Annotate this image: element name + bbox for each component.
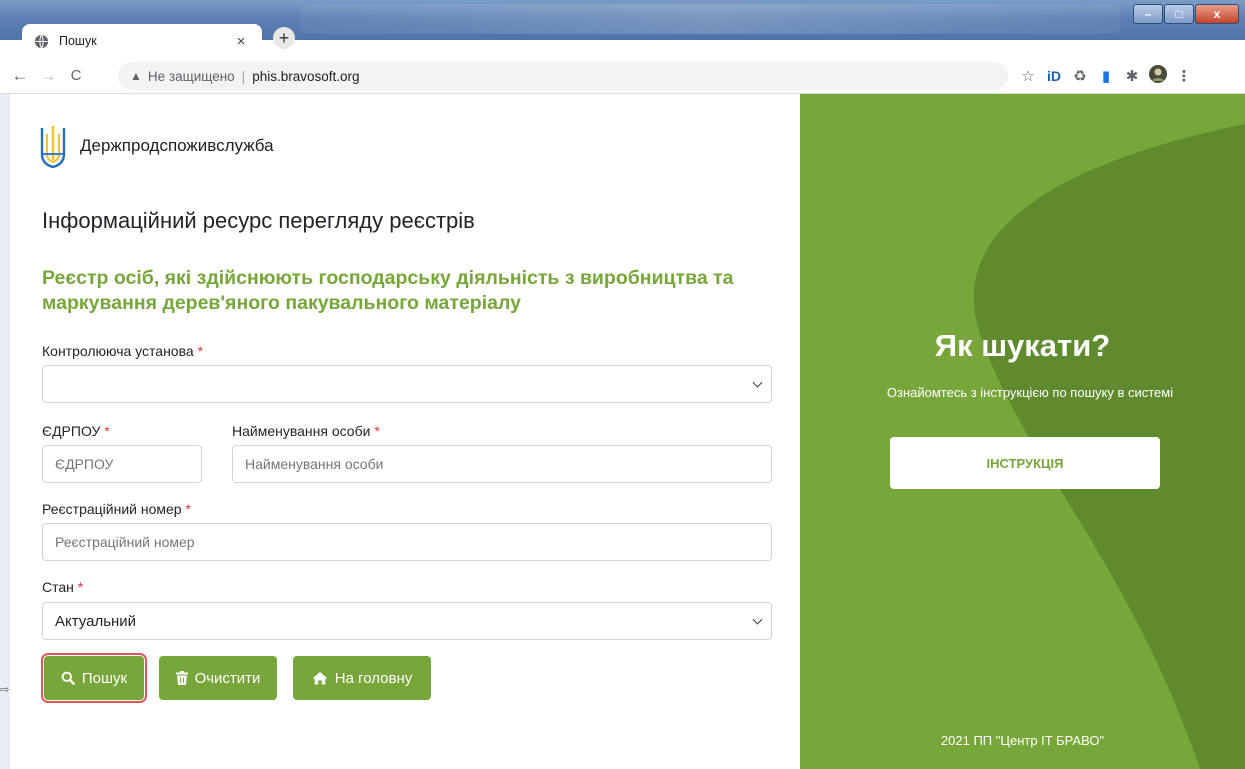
globe-icon [34,34,49,48]
warning-icon[interactable]: ▲ [130,69,142,83]
url-text[interactable]: phis.bravosoft.org [252,69,359,84]
address-separator: | [241,68,246,84]
page-title: Інформаційний ресурс перегляду реєстрів [42,208,475,233]
minimize-button[interactable]: – [1133,4,1163,24]
name-label: Найменування особи * [232,423,380,439]
star-icon[interactable]: ☆ [1015,67,1041,85]
address-bar[interactable]: ▲ Не защищено | phis.bravosoft.org [118,62,1008,90]
browser-tab[interactable]: Пошук × [22,24,262,58]
required-mark: * [197,343,203,359]
brand-header: Держпродспоживслужба [40,124,274,168]
authority-label: Контролююча установа * [42,343,203,359]
brand-name: Держпродспоживслужба [80,136,274,155]
status-select-value: Актуальний [55,612,137,630]
name-input[interactable] [232,445,772,483]
home-button-label: На головну [334,669,413,687]
reg-number-input[interactable] [42,523,772,561]
help-heading: Як шукати? [934,328,1111,363]
arrow-cursor-icon: ⇨ [0,684,10,696]
home-icon [312,672,328,685]
new-tab-button[interactable]: + [273,27,295,49]
puzzle-extensions-icon[interactable]: ✱ [1119,67,1145,85]
trash-extension-icon[interactable]: ▮ [1093,67,1119,85]
decorative-shape [973,124,1245,769]
tab-title: Пошук [59,34,97,48]
recycle-extension-icon[interactable]: ♻ [1067,67,1093,85]
clear-button-label: Очистити [194,669,261,687]
status-label-text: Стан [42,579,74,595]
maximize-button[interactable]: □ [1164,4,1194,24]
help-subtext: Ознайомтесь з інструкцією по пошуку в си… [886,385,1174,400]
search-button[interactable]: Пошук [41,653,147,703]
reg-number-label: Реєстраційний номер * [42,501,191,517]
name-label-text: Найменування особи [232,423,371,439]
status-select[interactable]: Актуальний [42,602,772,640]
titlebar-background [300,4,1120,34]
forward-button[interactable]: → [34,66,62,86]
registry-title: Реєстр осіб, які здійснюють господарську… [42,267,734,314]
close-window-button[interactable]: x [1195,4,1239,24]
clear-button[interactable]: Очистити [159,656,277,700]
required-mark: * [104,423,110,439]
chevron-down-icon [752,377,763,388]
search-form-panel: Держпродспоживслужба Інформаційний ресур… [0,94,800,769]
more-menu-icon[interactable]: ⋮ [1171,67,1197,85]
edrpou-input[interactable] [42,445,202,483]
footer-copyright: 2021 ПП "Центр IT БРАВО" [940,733,1105,748]
id-extension-icon[interactable]: iD [1041,68,1067,84]
search-button-label: Пошук [81,669,128,687]
authority-label-text: Контролююча установа [42,343,194,359]
home-button[interactable]: На головну [293,656,431,700]
required-mark: * [77,579,84,595]
status-label: Стан * [42,579,83,595]
toolbar-extensions: ☆ iD ♻ ▮ ✱ ⋮ [1015,64,1197,88]
edrpou-label: ЄДРПОУ * [42,423,110,439]
authority-select[interactable] [42,365,772,403]
trash-icon [175,671,188,685]
required-mark: * [374,423,380,439]
security-status[interactable]: Не защищено [148,69,235,84]
chevron-down-icon [752,614,763,625]
address-toolbar: ← → C ▲ Не защищено | phis.bravosoft.org… [0,58,1245,94]
back-button[interactable]: ← [6,66,34,86]
instruction-button[interactable]: ІНСТРУКЦІЯ [890,437,1160,489]
trident-logo-icon [40,126,66,168]
reg-number-label-text: Реєстраційний номер [42,501,182,517]
profile-avatar-icon[interactable] [1145,64,1171,88]
reload-button[interactable]: C [62,67,90,84]
search-icon [61,671,75,685]
help-panel: Як шукати? Ознайомтесь з інструкцією по … [800,94,1245,769]
edrpou-label-text: ЄДРПОУ [42,423,101,439]
required-mark: * [185,501,191,517]
window-controls: – □ x [1133,4,1239,24]
tab-close-icon[interactable]: × [232,33,250,50]
